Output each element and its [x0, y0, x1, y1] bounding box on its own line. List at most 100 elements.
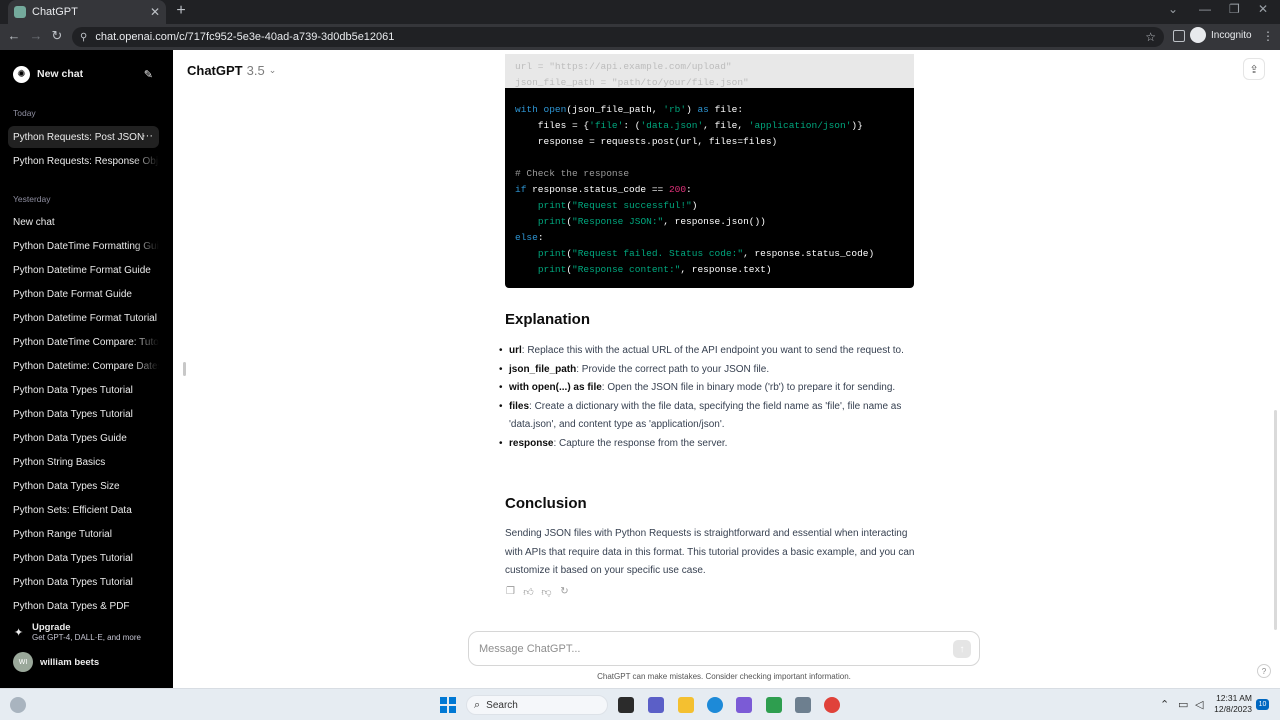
- sidebar-item[interactable]: Python DateTime Formatting Gui: [8, 235, 159, 257]
- sidebar-item-label: Python Datetime Format Guide: [13, 264, 151, 276]
- sidebar-item[interactable]: Python Datetime: Compare Dates: [8, 355, 159, 377]
- chevron-up-icon[interactable]: ⌃: [1160, 698, 1169, 711]
- url-text: chat.openai.com/c/717fc952-5e3e-40ad-a73…: [95, 31, 395, 43]
- user-menu[interactable]: WI william beets: [13, 652, 99, 672]
- explanation-heading: Explanation: [505, 311, 591, 328]
- sidebar-item[interactable]: Python Data Types Tutorial: [8, 547, 159, 569]
- sidebar-item[interactable]: Python Datetime Format Tutorial: [8, 307, 159, 329]
- clock[interactable]: 12:31 AM 12/8/2023: [1214, 693, 1252, 715]
- sidebar-item[interactable]: Python Data Types Tutorial: [8, 403, 159, 425]
- close-tab-icon[interactable]: ✕: [150, 5, 160, 19]
- sidebar-toggle-handle[interactable]: [183, 362, 186, 376]
- app-icon[interactable]: [736, 697, 752, 713]
- sidebar-item-label: Python Datetime Format Tutorial: [13, 312, 157, 324]
- close-window-icon[interactable]: ✕: [1258, 2, 1268, 16]
- teams-icon[interactable]: [648, 697, 664, 713]
- file-explorer-icon[interactable]: [678, 697, 694, 713]
- code-block-faded-header: url = "https://api.example.com/upload" j…: [505, 54, 914, 88]
- openai-logo-icon: ✺: [13, 65, 30, 83]
- new-tab-icon[interactable]: +: [174, 2, 188, 20]
- sidebar-item[interactable]: Python Data Types Guide: [8, 427, 159, 449]
- sidebar-item[interactable]: Python DateTime Compare: Tutor: [8, 331, 159, 353]
- help-button[interactable]: ?: [1257, 664, 1271, 678]
- disclaimer-text: ChatGPT can make mistakes. Consider chec…: [597, 672, 851, 681]
- browser-tab-bar: ChatGPT ✕ + ⌄ — ❐ ✕: [0, 0, 1280, 24]
- message-input[interactable]: [479, 640, 929, 658]
- sidebar-item[interactable]: Python Data Types Size: [8, 475, 159, 497]
- more-options-icon[interactable]: ···: [142, 130, 153, 142]
- task-view-icon[interactable]: [618, 697, 634, 713]
- chevron-down-icon: ⌄: [268, 65, 277, 75]
- section-yesterday-label: Yesterday: [13, 194, 51, 204]
- app-icon[interactable]: [795, 697, 811, 713]
- sidebar-item-label: Python Data Types & PDF: [13, 600, 130, 612]
- tab-search-icon[interactable]: ⌄: [1168, 2, 1178, 16]
- sidebar-item[interactable]: Python Requests: Post JSON ···: [8, 126, 159, 148]
- forward-icon[interactable]: →: [27, 28, 45, 43]
- model-selector[interactable]: ChatGPT 3.5 ⌄: [187, 63, 276, 78]
- minimize-icon[interactable]: —: [1199, 2, 1211, 16]
- sidebar-item-label: Python Data Types Guide: [13, 432, 127, 444]
- sparkle-icon: ✦: [14, 626, 24, 639]
- reload-icon[interactable]: ↻: [48, 28, 66, 44]
- tab-title: ChatGPT: [32, 6, 78, 18]
- sidebar-item[interactable]: Python Data Types Tutorial: [8, 379, 159, 401]
- chrome-icon[interactable]: [824, 697, 840, 713]
- new-chat-button[interactable]: ✺ New chat ✎: [6, 62, 160, 86]
- code-line: print("Response JSON:", response.json()): [537, 216, 766, 227]
- incognito-indicator[interactable]: Incognito: [1190, 27, 1252, 43]
- edge-icon[interactable]: [707, 697, 723, 713]
- user-name: william beets: [40, 656, 100, 668]
- list-item: json_file_path: Provide the correct path…: [499, 361, 919, 380]
- scrollbar[interactable]: [1274, 410, 1277, 630]
- copy-icon[interactable]: ❐: [505, 586, 516, 598]
- notification-badge[interactable]: 10: [1256, 699, 1269, 710]
- side-panel-icon[interactable]: [1173, 30, 1185, 42]
- sidebar-item-label: Python Sets: Efficient Data: [13, 504, 132, 516]
- back-icon[interactable]: ←: [5, 28, 23, 43]
- sidebar: ✺ New chat ✎ Today Python Requests: Post…: [0, 50, 173, 688]
- sidebar-item-label: Python Data Types Tutorial: [13, 408, 133, 420]
- code-line: files = {'file': ('data.json', file, 'ap…: [515, 120, 863, 131]
- upgrade-subtitle: Get GPT-4, DALL·E, and more: [32, 633, 141, 642]
- sidebar-item-label: Python Data Types Size: [13, 480, 120, 492]
- thumbs-up-icon[interactable]: 👍︎: [523, 586, 534, 598]
- browser-tab[interactable]: ChatGPT ✕: [8, 0, 166, 24]
- windows-taskbar: ⌕ Search ⌃ ▭ ◁ 12:31 AM 12/8/2023 10: [0, 688, 1280, 720]
- search-label: Search: [486, 699, 518, 711]
- taskbar-search[interactable]: ⌕ Search: [466, 695, 608, 715]
- conclusion-paragraph: Sending JSON files with Python Requests …: [505, 528, 915, 577]
- send-button[interactable]: ↑: [953, 640, 971, 658]
- edit-icon[interactable]: ✎: [144, 68, 153, 81]
- share-icon[interactable]: ⇪: [1243, 58, 1265, 80]
- sidebar-item[interactable]: Python Requests: Response Obje: [8, 150, 159, 172]
- sidebar-item-label: Python Data Types Tutorial: [13, 552, 133, 564]
- upgrade-button[interactable]: ✦ Upgrade Get GPT-4, DALL·E, and more: [14, 622, 141, 642]
- sidebar-item[interactable]: Python Range Tutorial: [8, 523, 159, 545]
- regenerate-icon[interactable]: ↻: [559, 586, 570, 598]
- sidebar-item[interactable]: Python Datetime Format Guide: [8, 259, 159, 281]
- sidebar-item[interactable]: Python Sets: Efficient Data: [8, 499, 159, 521]
- explanation-list: url: Replace this with the actual URL of…: [499, 342, 919, 453]
- thumbs-down-icon[interactable]: 👎︎: [541, 586, 552, 598]
- upgrade-title: Upgrade: [32, 622, 71, 633]
- code-line: response = requests.post(url, files=file…: [515, 136, 778, 147]
- volume-icon[interactable]: ◁: [1195, 698, 1203, 711]
- widgets-icon[interactable]: [10, 697, 26, 713]
- sidebar-item[interactable]: Python String Basics: [8, 451, 159, 473]
- restore-icon[interactable]: ❐: [1229, 2, 1240, 16]
- network-icon[interactable]: ▭: [1178, 698, 1188, 711]
- new-chat-label: New chat: [37, 68, 84, 80]
- browser-menu-icon[interactable]: ⋮: [1262, 29, 1274, 43]
- sidebar-item[interactable]: Python Date Format Guide: [8, 283, 159, 305]
- site-info-icon[interactable]: ⚲: [80, 32, 87, 43]
- sidebar-item[interactable]: Python Data Types Tutorial: [8, 571, 159, 593]
- sidebar-item[interactable]: Python Data Types & PDF: [8, 595, 159, 617]
- address-bar: ← → ↻ ⚲ chat.openai.com/c/717fc952-5e3e-…: [0, 24, 1280, 50]
- search-icon: ⌕: [474, 698, 481, 711]
- sidebar-item[interactable]: New chat: [8, 211, 159, 233]
- excel-icon[interactable]: [766, 697, 782, 713]
- bookmark-star-icon[interactable]: ☆: [1145, 30, 1156, 44]
- url-field[interactable]: ⚲ chat.openai.com/c/717fc952-5e3e-40ad-a…: [72, 27, 1164, 47]
- start-button[interactable]: [440, 697, 456, 713]
